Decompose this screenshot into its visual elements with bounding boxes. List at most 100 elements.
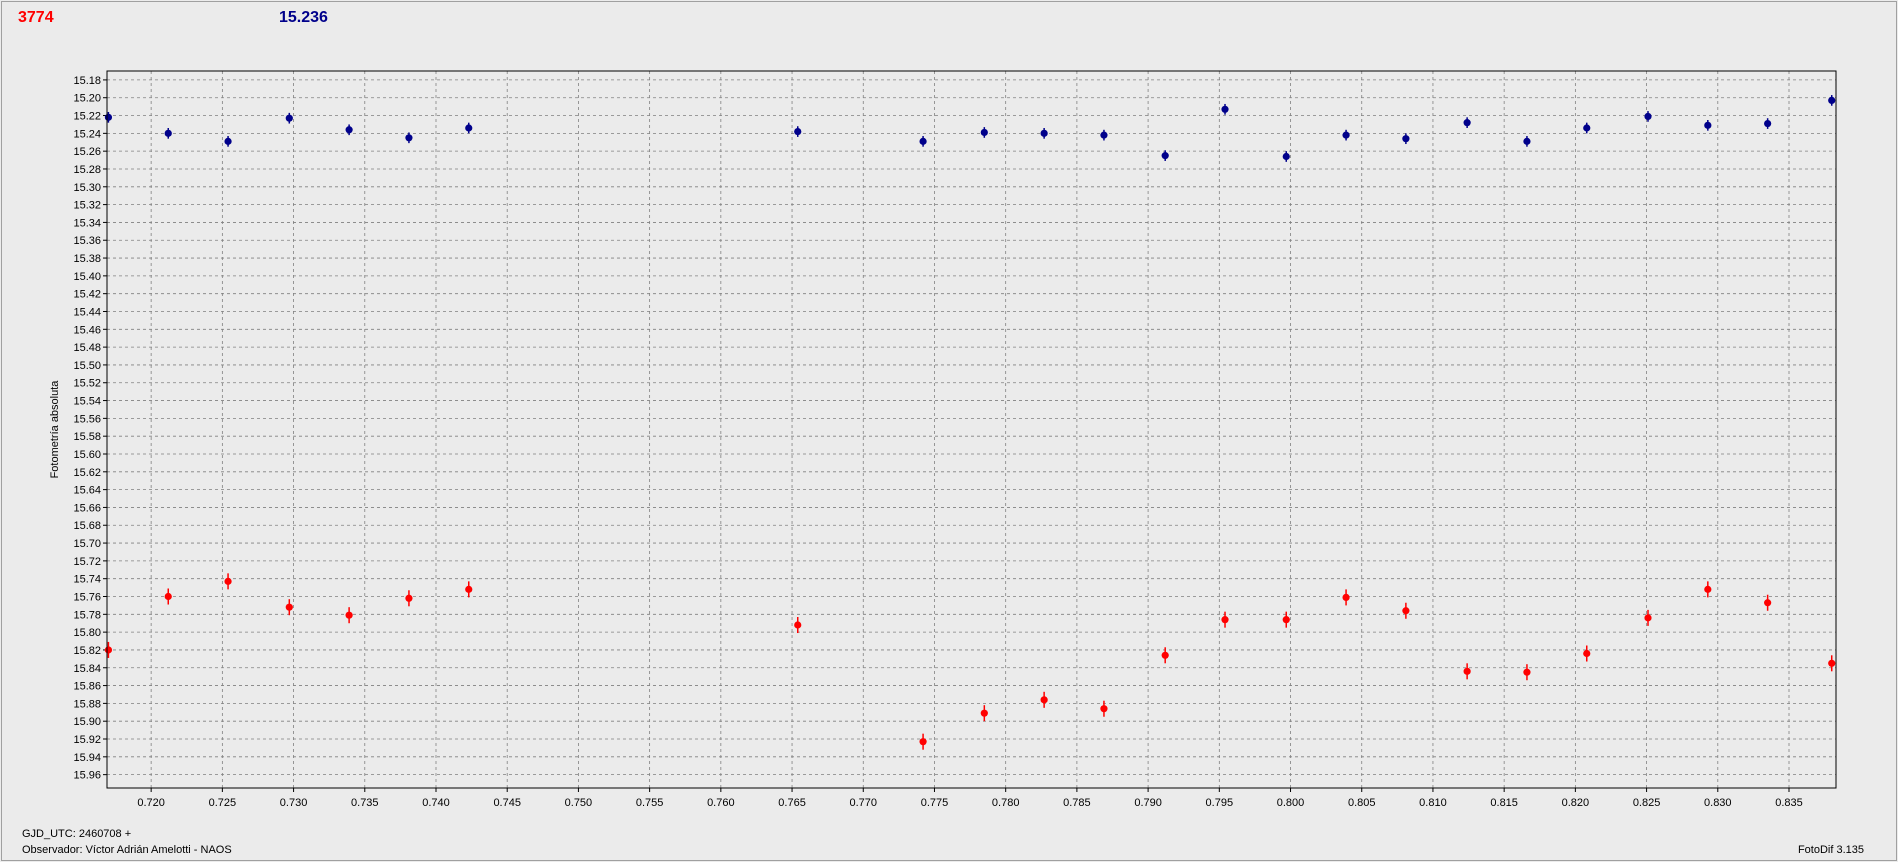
data-marker [1282, 616, 1290, 624]
x-tick-label: 0.815 [1490, 797, 1518, 809]
data-marker [345, 611, 353, 619]
x-tick-label: 0.760 [707, 797, 735, 809]
y-tick-label: 15.96 [73, 770, 101, 782]
data-marker [1342, 131, 1350, 139]
x-tick-label: 0.835 [1775, 797, 1803, 809]
y-axis-label: Fotometría absoluta [49, 380, 61, 479]
y-tick-label: 15.70 [73, 538, 101, 550]
y-tick-label: 15.80 [73, 627, 101, 639]
gjd-label: GJD_UTC: 2460708 + [22, 828, 132, 840]
y-tick-label: 15.22 [73, 111, 101, 123]
y-tick-label: 15.48 [73, 342, 101, 354]
x-tick-label: 0.810 [1419, 797, 1447, 809]
data-marker [1583, 124, 1591, 132]
y-tick-label: 15.76 [73, 592, 101, 604]
data-marker [1523, 137, 1531, 145]
y-tick-label: 15.50 [73, 360, 101, 372]
data-marker [919, 137, 927, 145]
version-label: FotoDif 3.135 [1797, 844, 1864, 856]
x-tick-label: 0.795 [1206, 797, 1234, 809]
x-tick-label: 0.740 [422, 797, 450, 809]
data-marker [164, 592, 172, 601]
y-tick-label: 15.84 [73, 663, 101, 675]
x-tick-label: 0.825 [1633, 797, 1661, 809]
data-marker [1583, 649, 1591, 658]
data-marker [285, 603, 293, 611]
y-tick-label: 15.30 [73, 182, 101, 194]
x-tick-label: 0.790 [1134, 797, 1162, 809]
y-tick-label: 15.78 [73, 609, 101, 621]
data-marker [794, 127, 802, 136]
y-tick-label: 15.88 [73, 698, 101, 710]
data-marker [1828, 96, 1836, 104]
x-tick-label: 0.780 [992, 797, 1020, 809]
data-marker [1342, 593, 1350, 601]
y-tick-label: 15.54 [73, 396, 101, 408]
data-marker [1100, 131, 1108, 139]
x-tick-label: 0.775 [921, 797, 949, 809]
x-tick-label: 0.745 [493, 797, 521, 809]
y-tick-label: 15.42 [73, 289, 101, 301]
y-tick-label: 15.26 [73, 146, 101, 158]
y-tick-label: 15.72 [73, 556, 101, 568]
y-tick-label: 15.20 [73, 93, 101, 105]
y-tick-label: 15.92 [73, 734, 101, 746]
x-tick-label: 0.730 [280, 797, 308, 809]
x-tick-label: 0.805 [1348, 797, 1376, 809]
data-marker [465, 124, 473, 132]
x-tick-label: 0.765 [778, 797, 806, 809]
data-marker [1828, 659, 1836, 667]
light-curve-chart: 15.18 15.20 15.22 15.24 15.26 15.28 15.30 15.32… [49, 70, 1837, 809]
y-tick-label: 15.62 [73, 467, 101, 479]
data-marker [1040, 129, 1048, 137]
plot-area [107, 71, 1836, 788]
y-tick-label: 15.40 [73, 271, 101, 283]
data-marker [980, 709, 988, 717]
data-marker [1463, 667, 1471, 675]
x-tick-label: 0.800 [1277, 797, 1305, 809]
data-marker [405, 594, 413, 602]
x-tick-label: 0.820 [1562, 797, 1590, 809]
y-tick-label: 15.94 [73, 752, 101, 764]
y-tick-label: 15.86 [73, 681, 101, 693]
y-tick-label: 15.34 [73, 217, 101, 229]
y-tick-label: 15.74 [73, 574, 101, 586]
y-tick-label: 15.58 [73, 431, 101, 443]
data-marker [1644, 112, 1652, 121]
data-marker [465, 585, 473, 593]
data-marker [164, 129, 172, 137]
data-marker [1221, 105, 1229, 113]
y-tick-label: 15.66 [73, 502, 101, 514]
data-marker [224, 577, 232, 585]
y-tick-label: 15.60 [73, 449, 101, 461]
data-marker [104, 113, 113, 121]
data-marker [794, 621, 802, 629]
data-marker [1100, 705, 1108, 713]
y-tick-label: 15.56 [73, 413, 101, 425]
x-tick-label: 0.725 [209, 797, 237, 809]
data-marker [345, 126, 353, 134]
y-tick-label: 15.46 [73, 324, 101, 336]
y-tick-label: 15.38 [73, 253, 101, 265]
x-tick-label: 0.785 [1063, 797, 1091, 809]
data-marker [1644, 614, 1652, 622]
data-marker [1764, 599, 1772, 607]
data-marker [1402, 607, 1410, 615]
x-tick-label: 0.720 [137, 797, 165, 809]
data-marker [1704, 585, 1712, 593]
x-tick-label: 0.755 [636, 797, 664, 809]
y-tick-label: 15.24 [73, 128, 101, 140]
y-tick-label: 15.52 [73, 378, 101, 390]
data-marker [1161, 651, 1169, 659]
data-marker [104, 646, 113, 654]
x-tick-label: 0.735 [351, 797, 379, 809]
y-tick-label: 15.82 [73, 645, 101, 657]
y-tick-label: 15.68 [73, 520, 101, 532]
y-tick-label: 15.18 [73, 75, 101, 87]
data-marker [1402, 135, 1410, 143]
y-tick-label: 15.28 [73, 164, 101, 176]
data-marker [224, 137, 232, 145]
data-marker [980, 128, 988, 137]
y-tick-label: 15.64 [73, 485, 101, 497]
data-marker [1040, 696, 1048, 704]
